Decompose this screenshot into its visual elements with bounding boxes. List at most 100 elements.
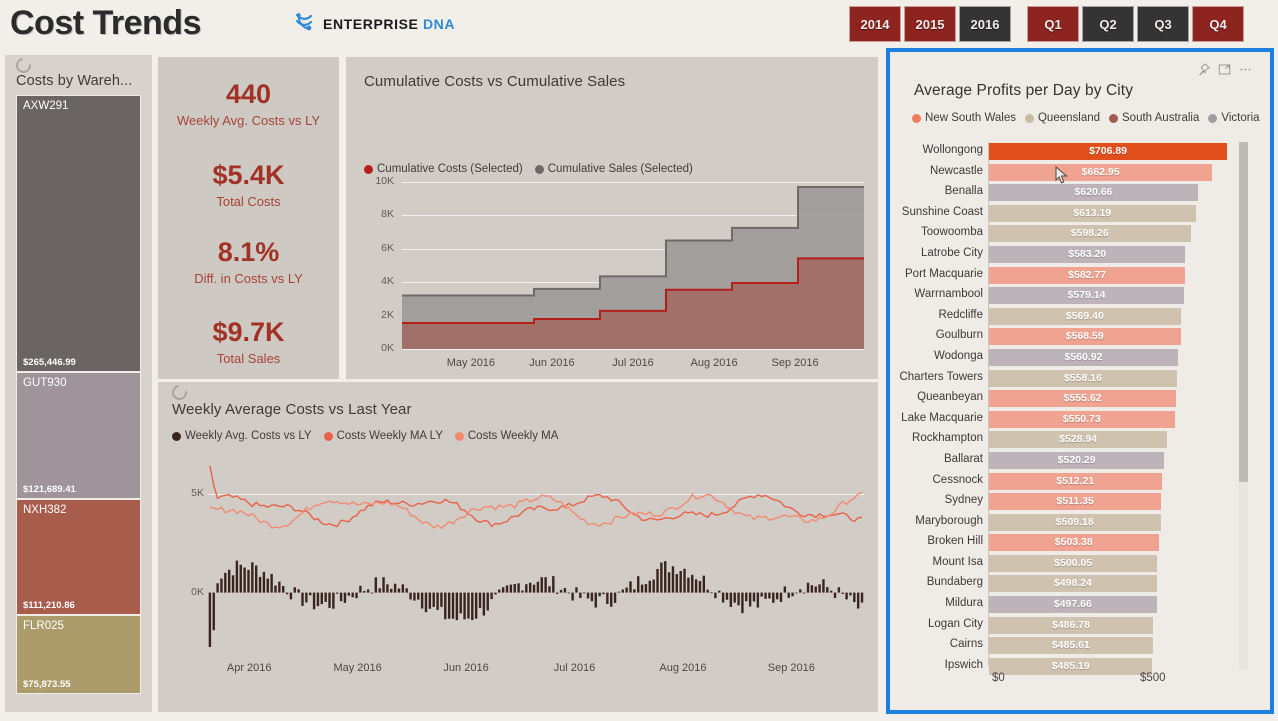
city-bar-value: $569.40 (1065, 309, 1104, 322)
city-legend-item-1[interactable]: Queensland (1024, 112, 1100, 124)
city-bar[interactable]: $613.19 (989, 204, 1196, 222)
city-bar-row[interactable]: Bundaberg $498.24 (927, 574, 1245, 595)
cumulative-chart-legend[interactable]: Cumulative Costs (Selected) Cumulative Sa… (364, 163, 693, 175)
city-bar-row[interactable]: Ballarat $520.29 (944, 451, 1245, 472)
brand-text: ENTERPRISE DNA (323, 16, 455, 32)
slicer-quarter-q2[interactable]: Q2 (1082, 6, 1134, 42)
city-bar[interactable]: $569.40 (989, 307, 1181, 325)
weekly-legend-item-0[interactable]: Weekly Avg. Costs vs LY (172, 430, 312, 442)
weekly-chart-legend[interactable]: Weekly Avg. Costs vs LY Costs Weekly MA L… (172, 430, 558, 442)
slicer-quarter-q4[interactable]: Q4 (1192, 6, 1244, 42)
city-bar[interactable]: $598.26 (989, 225, 1191, 243)
more-options-icon[interactable] (1239, 63, 1252, 81)
city-bar-row[interactable]: Rockhampton $528.94 (912, 430, 1245, 451)
city-legend-item-3[interactable]: Victoria (1208, 112, 1260, 124)
city-bar-row[interactable]: Lake Macquarie $550.73 (901, 410, 1245, 431)
cumulative-legend-item-1[interactable]: Cumulative Sales (Selected) (534, 163, 693, 175)
scrollbar-thumb[interactable] (1239, 142, 1248, 482)
city-bar-row[interactable]: Sydney $511.35 (945, 492, 1245, 513)
city-bar-row[interactable]: Benalla $620.66 (945, 183, 1245, 204)
city-bar-row[interactable]: Latrobe City $583.20 (921, 245, 1245, 266)
treemap-node-flr025[interactable]: FLR025 $75,873.55 (16, 614, 141, 694)
cumulative-costs-vs-sales-chart[interactable]: Cumulative Costs vs Cumulative Sales Cum… (346, 57, 878, 379)
vertical-scrollbar[interactable] (1239, 142, 1248, 670)
weekly-average-costs-chart[interactable]: Weekly Average Costs vs Last Year Weekly… (158, 382, 878, 712)
city-bar-row[interactable]: Port Macquarie $582.77 (905, 266, 1245, 287)
treemap-node-axw291[interactable]: AXW291 $265,446.99 (16, 95, 141, 372)
city-bar[interactable]: $558.16 (989, 369, 1177, 387)
city-bar[interactable]: $511.35 (989, 493, 1162, 511)
city-bar-value: $579.14 (1067, 289, 1106, 302)
city-bar-row[interactable]: Maryborough $509.18 (915, 513, 1245, 534)
city-bar[interactable]: $503.38 (989, 534, 1159, 552)
average-profits-per-day-by-city-visual[interactable]: Average Profits per Day by City New Sout… (886, 48, 1274, 714)
city-bar[interactable]: $528.94 (989, 431, 1168, 449)
treemap-title: Costs by Wareh... (16, 73, 133, 89)
year-slicer[interactable]: 2014 2015 2016 (849, 6, 1011, 42)
city-bar-row[interactable]: Warrnambool $579.14 (914, 286, 1245, 307)
city-bar[interactable]: $486.78 (989, 616, 1153, 634)
city-bar-row[interactable]: Wodonga $560.92 (934, 348, 1245, 369)
city-bar-row[interactable]: Newcastle $662.95 (930, 163, 1245, 184)
city-legend-item-0[interactable]: New South Wales (912, 112, 1016, 124)
city-bar[interactable]: $568.59 (989, 328, 1181, 346)
cumulative-area-plot (402, 186, 864, 349)
city-bar-row[interactable]: Broken Hill $503.38 (927, 533, 1245, 554)
city-bar[interactable]: $662.95 (989, 163, 1213, 181)
slicer-year-2014[interactable]: 2014 (849, 6, 901, 42)
city-bar-value: $500.05 (1054, 556, 1093, 569)
city-bar-row[interactable]: Sunshine Coast $613.19 (902, 204, 1245, 225)
quarter-slicer[interactable]: Q1 Q2 Q3 Q4 (1027, 6, 1244, 42)
kpi-value: 8.1% (217, 237, 280, 267)
slicer-quarter-q3[interactable]: Q3 (1137, 6, 1189, 42)
city-bar[interactable]: $485.19 (989, 657, 1153, 675)
city-bar[interactable]: $520.29 (989, 451, 1165, 469)
city-bar[interactable]: $620.66 (989, 184, 1199, 202)
city-bar[interactable]: $500.05 (989, 554, 1158, 572)
treemap-node-gut930[interactable]: GUT930 $121,689.41 (16, 371, 141, 499)
legend-color-swatch-icon (1208, 113, 1218, 123)
city-bar[interactable]: $582.77 (989, 266, 1186, 284)
city-chart-legend[interactable]: New South Wales Queensland South Australia… (912, 112, 1260, 124)
focus-mode-icon[interactable] (1218, 63, 1231, 81)
city-bar[interactable]: $498.24 (989, 575, 1157, 593)
city-bar-row[interactable]: Mount Isa $500.05 (933, 554, 1245, 575)
city-bar-row[interactable]: Queanbeyan $555.62 (917, 389, 1245, 410)
city-bar-row[interactable]: Logan City $486.78 (928, 616, 1245, 637)
x-axis-tick: Aug 2016 (690, 357, 738, 369)
city-bar[interactable]: $497.66 (989, 596, 1157, 614)
city-bar[interactable]: $555.62 (989, 390, 1177, 408)
city-bar[interactable]: $485.61 (989, 637, 1153, 655)
city-bar-row[interactable]: Ipswich $485.19 (945, 657, 1245, 678)
visual-header-icons[interactable] (1197, 63, 1252, 81)
city-bar[interactable]: $579.14 (989, 287, 1185, 305)
city-bar-row[interactable]: Cessnock $512.21 (933, 472, 1245, 493)
city-bar[interactable]: $706.89 (989, 143, 1228, 160)
city-bar[interactable]: $512.21 (989, 472, 1162, 490)
city-bar-row[interactable]: Redcliffe $569.40 (938, 307, 1245, 328)
city-bar-row[interactable]: Cairns $485.61 (950, 636, 1245, 657)
city-bar-value: $706.89 (1089, 145, 1128, 157)
weekly-legend-item-1[interactable]: Costs Weekly MA LY (323, 430, 443, 442)
brand-accent: DNA (422, 16, 456, 32)
slicer-year-2016[interactable]: 2016 (959, 6, 1011, 42)
cumulative-legend-item-0[interactable]: Cumulative Costs (Selected) (364, 163, 523, 175)
treemap-node-nxh382[interactable]: NXH382 $111,210.86 (16, 498, 141, 615)
city-bar-row[interactable]: Mildura $497.66 (945, 595, 1245, 616)
city-bar-row[interactable]: Toowoomba $598.26 (921, 224, 1245, 245)
city-bar[interactable]: $509.18 (989, 513, 1161, 531)
city-bar-row[interactable]: Wollongong $706.89 (922, 142, 1245, 163)
pin-icon[interactable] (1197, 63, 1211, 81)
city-bar-row[interactable]: Goulburn $568.59 (936, 327, 1245, 348)
treemap-node-value: $121,689.41 (23, 483, 76, 495)
slicer-year-2015[interactable]: 2015 (904, 6, 956, 42)
city-bar-row[interactable]: Charters Towers $558.16 (899, 369, 1245, 390)
costs-by-warehouse-treemap[interactable]: Costs by Wareh... AXW291 $265,446.99 GUT93… (5, 55, 152, 712)
city-bar[interactable]: $583.20 (989, 245, 1186, 263)
city-bar[interactable]: $550.73 (989, 410, 1175, 428)
city-bar[interactable]: $560.92 (989, 348, 1178, 366)
city-bar-label: Mount Isa (932, 555, 984, 568)
slicer-quarter-q1[interactable]: Q1 (1027, 6, 1079, 42)
weekly-legend-item-2[interactable]: Costs Weekly MA (454, 430, 558, 442)
city-legend-item-2[interactable]: South Australia (1109, 112, 1199, 124)
